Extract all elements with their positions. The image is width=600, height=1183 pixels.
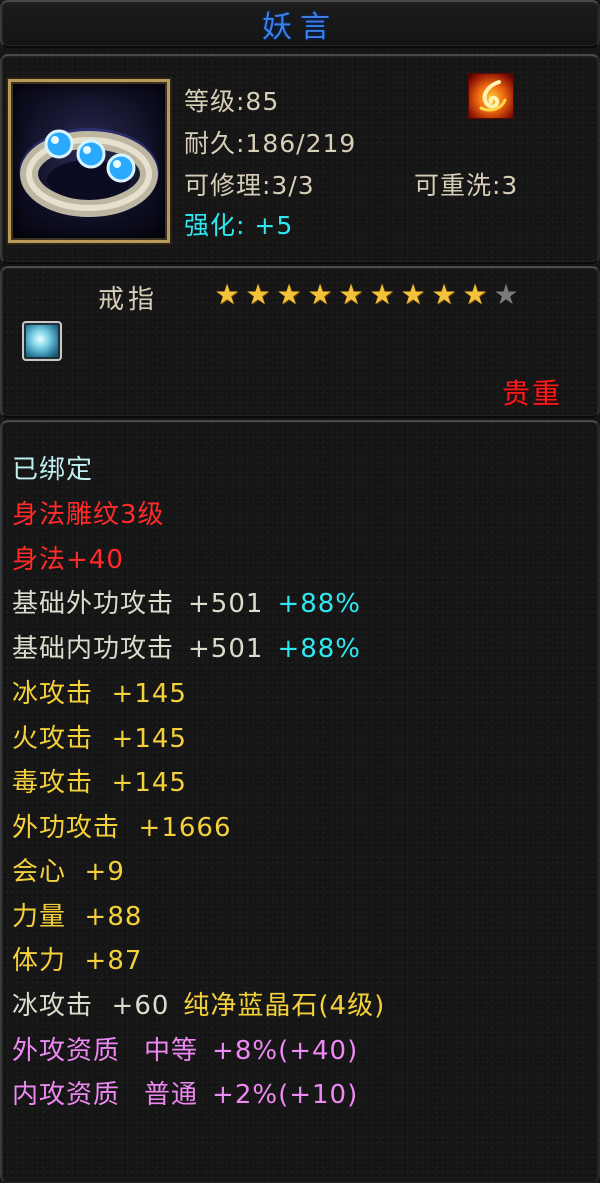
item-type: 戒指	[98, 285, 159, 315]
gem-socket-icon[interactable]	[22, 321, 62, 361]
item-durability: 耐久:186/219	[184, 129, 357, 158]
stat-percent: +88%	[277, 634, 362, 664]
item-rewash-count: 可重洗:3	[414, 171, 519, 200]
stat-ext-attack: 基础外功攻击 +501 +88%	[12, 587, 361, 621]
item-repair-count: 可修理:3/3	[184, 171, 315, 200]
item-name: 妖言	[262, 10, 338, 45]
stat-value: +501	[188, 589, 264, 619]
stat-outer-attack: 外功攻击 +1666	[12, 813, 232, 843]
star-filled-icon: ★	[369, 278, 395, 311]
star-filled-icon: ★	[214, 278, 240, 311]
enhance-value: +5	[254, 211, 294, 240]
stat-percent: +88%	[277, 589, 362, 619]
stat-value: +501	[188, 634, 264, 664]
item-info-panel: 等级:85 耐久:186/219 可修理:3/3 可重洗:3 强化: +5	[0, 54, 600, 264]
quality-bonus: +8%(+40)	[212, 1036, 359, 1066]
bound-status: 已绑定	[12, 455, 94, 485]
item-enhance: 强化: +5	[184, 206, 293, 242]
item-category-panel: 戒指 ★ ★ ★ ★ ★ ★ ★ ★ ★ ★ 贵重	[0, 266, 600, 418]
stat-poison-attack: 毒攻击 +145	[12, 768, 187, 798]
star-filled-icon: ★	[400, 278, 426, 311]
item-stats-panel: 已绑定 身法雕纹3级 身法+40 基础外功攻击 +501 +88% 基础内功攻击 +5…	[0, 420, 600, 1183]
stat-ice-attack: 冰攻击 +145	[12, 679, 187, 709]
stat-label: 基础内功攻击	[12, 634, 175, 664]
star-empty-icon: ★	[493, 278, 519, 311]
star-filled-icon: ★	[307, 278, 333, 311]
stat-fire-attack: 火攻击 +145	[12, 724, 187, 754]
fire-swirl-icon	[479, 80, 507, 112]
int-attack-quality: 内攻资质 普通 +2%(+10)	[12, 1078, 358, 1112]
fire-badge-icon	[468, 73, 514, 119]
rarity-label: 贵重	[501, 377, 562, 410]
quality-grade: 中等	[144, 1036, 199, 1066]
stat-int-attack: 基础内功攻击 +501 +88%	[12, 632, 361, 666]
gem-stat: 冰攻击 +60	[12, 991, 170, 1021]
star-filled-icon: ★	[276, 278, 302, 311]
item-level: 等级:85	[184, 87, 280, 116]
engrave-level: 身法雕纹3级	[12, 500, 165, 530]
engrave-bonus: 身法+40	[12, 545, 124, 575]
quality-label: 内攻资质	[12, 1080, 121, 1110]
ring-icon-art	[19, 128, 159, 217]
stat-stamina: 体力 +87	[12, 946, 143, 976]
enhance-label: 强化:	[184, 211, 246, 240]
quality-label: 外攻资质	[12, 1036, 121, 1066]
star-rating: ★ ★ ★ ★ ★ ★ ★ ★ ★ ★	[212, 280, 521, 310]
star-filled-icon: ★	[245, 278, 271, 311]
quality-bonus: +2%(+10)	[212, 1080, 359, 1110]
star-filled-icon: ★	[462, 278, 488, 311]
stat-strength: 力量 +88	[12, 902, 143, 932]
star-filled-icon: ★	[338, 278, 364, 311]
ext-attack-quality: 外攻资质 中等 +8%(+40)	[12, 1034, 358, 1068]
stat-label: 基础外功攻击	[12, 589, 175, 619]
stat-crit: 会心 +9	[12, 857, 125, 887]
stat-gem-bonus: 冰攻击 +60 纯净蓝晶石(4级)	[12, 989, 385, 1023]
title-bar: 妖言	[0, 0, 600, 48]
quality-grade: 普通	[144, 1080, 199, 1110]
item-tooltip: 妖言 等级:85 耐久:186/219 可修理:3/3 可重洗:3 强化: +5	[0, 0, 600, 1183]
star-filled-icon: ★	[431, 278, 457, 311]
ring-icon[interactable]	[6, 77, 172, 245]
gem-name: 纯净蓝晶石(4级)	[183, 991, 386, 1021]
